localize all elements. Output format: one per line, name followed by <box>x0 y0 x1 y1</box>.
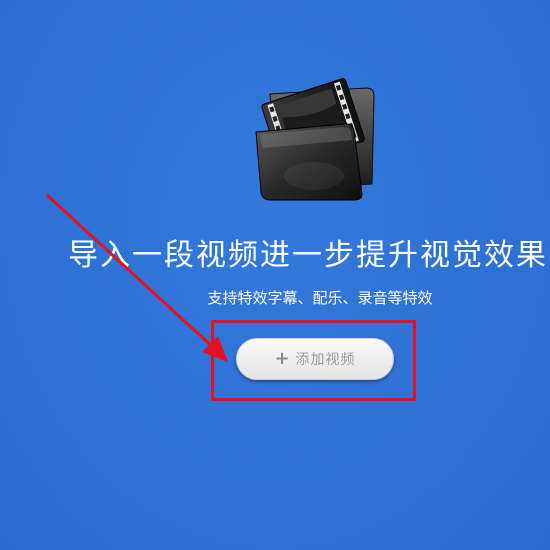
import-video-panel: 导入一段视频进一步提升视觉效果 支持特效字幕、配乐、录音等特效 + 添加视频 <box>0 0 550 550</box>
headline: 导入一段视频进一步提升视觉效果 <box>68 238 548 273</box>
annotation-highlight-box <box>211 320 416 401</box>
film-folder-icon <box>255 78 375 201</box>
subtitle: 支持特效字幕、配乐、录音等特效 <box>207 289 433 307</box>
